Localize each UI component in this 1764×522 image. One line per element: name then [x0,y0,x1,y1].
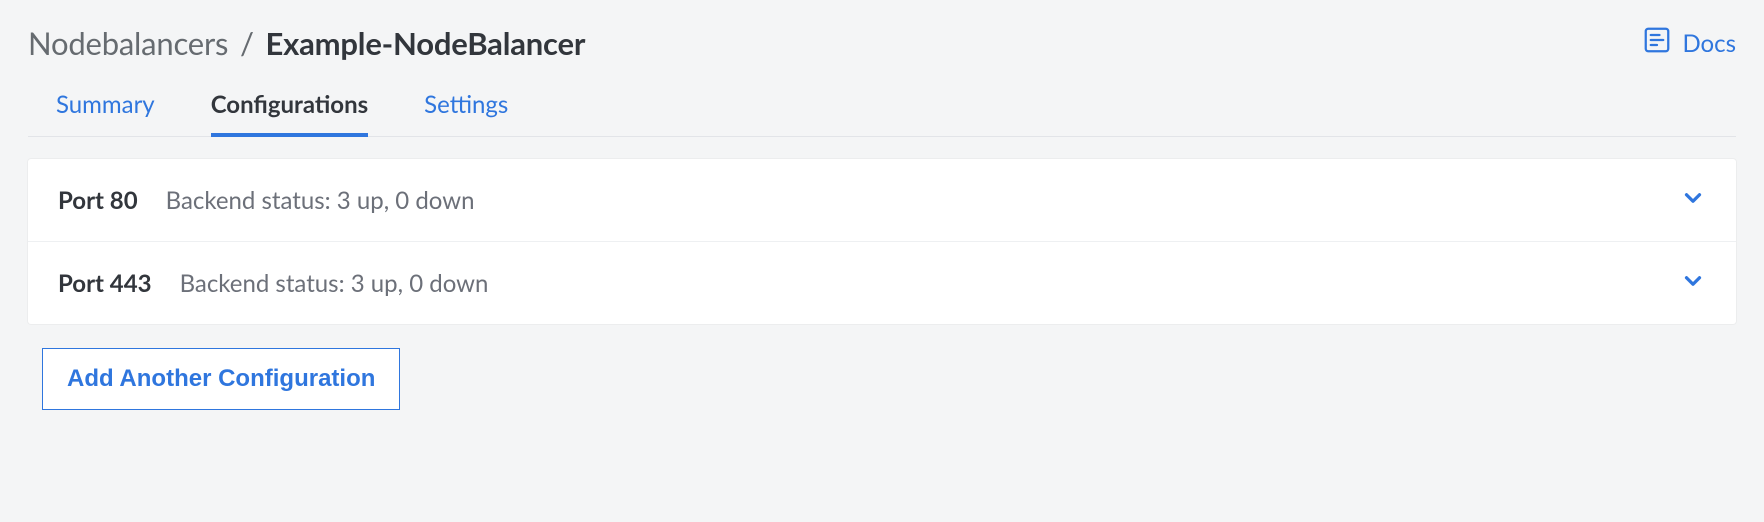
docs-link[interactable]: Docs [1642,25,1736,61]
breadcrumb-current: Example-NodeBalancer [266,24,586,62]
configurations-panel: Port 80 Backend status: 3 up, 0 down Por… [28,159,1736,324]
tab-summary[interactable]: Summary [56,90,155,137]
port-label: Port 443 [58,269,152,298]
docs-label: Docs [1682,29,1736,58]
backend-status: Backend status: 3 up, 0 down [166,186,475,215]
breadcrumb-separator: / [236,24,258,62]
backend-status: Backend status: 3 up, 0 down [180,269,489,298]
breadcrumb: Nodebalancers / Example-NodeBalancer [28,24,585,62]
breadcrumb-parent[interactable]: Nodebalancers [28,24,228,62]
docs-icon [1642,25,1672,61]
tab-configurations[interactable]: Configurations [211,90,368,137]
add-configuration-button[interactable]: Add Another Configuration [42,348,400,410]
chevron-down-icon [1680,185,1706,215]
chevron-down-icon [1680,268,1706,298]
tabs: Summary Configurations Settings [28,90,1736,137]
tab-settings[interactable]: Settings [424,90,508,137]
port-label: Port 80 [58,186,138,215]
config-row-port-443[interactable]: Port 443 Backend status: 3 up, 0 down [28,242,1736,324]
config-row-port-80[interactable]: Port 80 Backend status: 3 up, 0 down [28,159,1736,242]
